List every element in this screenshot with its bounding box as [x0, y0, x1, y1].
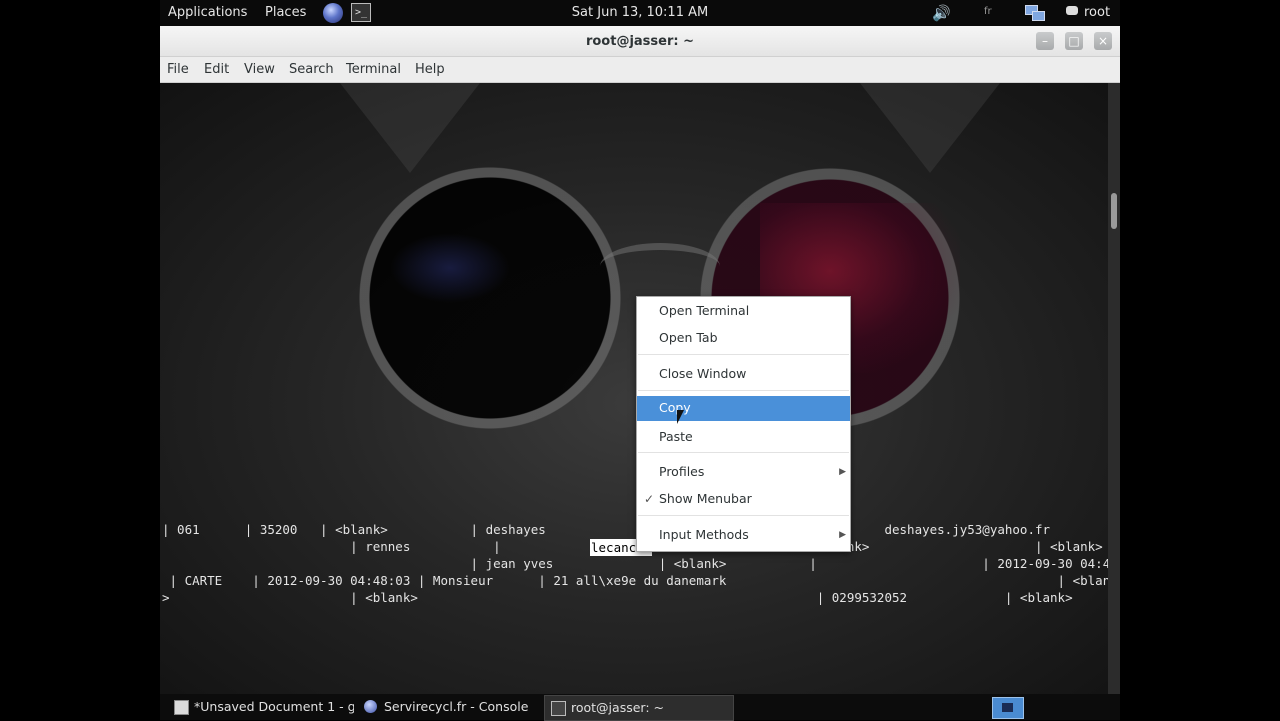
menu-separator: [638, 390, 849, 391]
minimize-button[interactable]: –: [1036, 32, 1054, 50]
menu-item-label: Profiles: [659, 464, 705, 479]
menu-file[interactable]: File: [167, 62, 189, 77]
user-menu[interactable]: root: [1084, 5, 1110, 20]
chat-status-icon[interactable]: [1066, 6, 1078, 15]
taskbar-item-browser[interactable]: Servirecycl.fr - Console: [358, 695, 538, 719]
menu-item-open-tab[interactable]: Open Tab: [637, 326, 850, 350]
window-title: root@jasser: ~: [585, 34, 695, 49]
menu-separator: [638, 452, 849, 453]
workspace-switcher[interactable]: [992, 697, 1024, 719]
menu-item-paste[interactable]: Paste: [637, 425, 850, 449]
menu-item-profiles[interactable]: Profiles ▶: [637, 460, 850, 484]
taskbar-item-label: root@jasser: ~: [571, 700, 664, 715]
network-icon[interactable]: [1025, 3, 1045, 21]
menu-item-show-menubar[interactable]: ✓ Show Menubar: [637, 487, 850, 511]
background-glasses-bridge: [600, 243, 720, 290]
keyboard-layout-indicator[interactable]: fr: [984, 6, 992, 17]
background-lens-left: [390, 233, 510, 303]
menubar: File Edit View Search Terminal Help: [160, 57, 1120, 83]
close-button[interactable]: ×: [1094, 32, 1112, 50]
submenu-arrow-icon: ▶: [839, 530, 846, 540]
terminal-icon: [551, 701, 566, 716]
submenu-arrow-icon: ▶: [839, 467, 846, 477]
menu-item-copy[interactable]: Copy: [637, 396, 850, 421]
taskbar: *Unsaved Document 1 - gedit Servirecycl.…: [160, 694, 1120, 721]
taskbar-item-label: Servirecycl.fr - Console: [384, 699, 529, 714]
menu-item-label: Input Methods: [659, 527, 749, 542]
taskbar-item-terminal[interactable]: root@jasser: ~: [544, 695, 734, 721]
menu-help[interactable]: Help: [415, 62, 445, 77]
menu-item-input-methods[interactable]: Input Methods ▶: [637, 523, 850, 547]
menu-item-label: Close Window: [659, 366, 747, 381]
terminal-scrollbar[interactable]: [1108, 83, 1120, 694]
background-cat-ear: [860, 83, 1000, 173]
terminal-line: > | <blank> | 0299532052 | <blank>: [162, 590, 1073, 605]
context-menu: Open Terminal Open Tab Close Window Copy…: [636, 296, 851, 552]
window-titlebar[interactable]: root@jasser: ~ – □ ×: [160, 26, 1120, 57]
text-editor-icon: [174, 700, 189, 715]
menu-edit[interactable]: Edit: [204, 62, 229, 77]
background-cat-ear: [340, 83, 480, 173]
menu-item-label: Copy: [659, 400, 691, 415]
menu-item-open-terminal[interactable]: Open Terminal: [637, 299, 850, 323]
menu-view[interactable]: View: [244, 62, 275, 77]
menu-terminal[interactable]: Terminal: [346, 62, 401, 77]
workspace-window-icon: [1002, 703, 1013, 712]
top-panel: Applications Places >_ Sat Jun 13, 10:11…: [160, 0, 1120, 26]
menu-search[interactable]: Search: [289, 62, 334, 77]
menu-item-label: Paste: [659, 429, 693, 444]
taskbar-item-gedit[interactable]: *Unsaved Document 1 - gedit: [168, 695, 354, 719]
terminal-line: | CARTE | 2012-09-30 04:48:03 | Monsieur…: [162, 573, 1108, 588]
maximize-button[interactable]: □: [1065, 32, 1083, 50]
mouse-pointer-icon: [677, 410, 684, 424]
menu-item-label: Open Tab: [659, 330, 718, 345]
browser-icon: [364, 700, 377, 713]
checkmark-icon: ✓: [644, 492, 655, 506]
menu-separator: [638, 515, 849, 516]
menu-item-label: Show Menubar: [659, 491, 752, 506]
volume-icon[interactable]: 🔊: [932, 4, 951, 22]
terminal-line: | jean yves | <blank> | | 2012-09-30 04:…: [162, 556, 1108, 571]
scrollbar-thumb[interactable]: [1111, 193, 1117, 229]
menu-item-label: Open Terminal: [659, 303, 750, 318]
menu-item-close-window[interactable]: Close Window: [637, 362, 850, 386]
terminal-line: | 061 | 35200 | <blank> | deshayes desha…: [162, 522, 1051, 537]
clock[interactable]: Sat Jun 13, 10:11 AM: [160, 5, 1120, 20]
terminal-output[interactable]: | | 061 | 35200 | <blank> | deshayes des…: [160, 83, 1108, 694]
taskbar-item-label: *Unsaved Document 1 - gedit: [194, 699, 354, 714]
menu-separator: [638, 354, 849, 355]
